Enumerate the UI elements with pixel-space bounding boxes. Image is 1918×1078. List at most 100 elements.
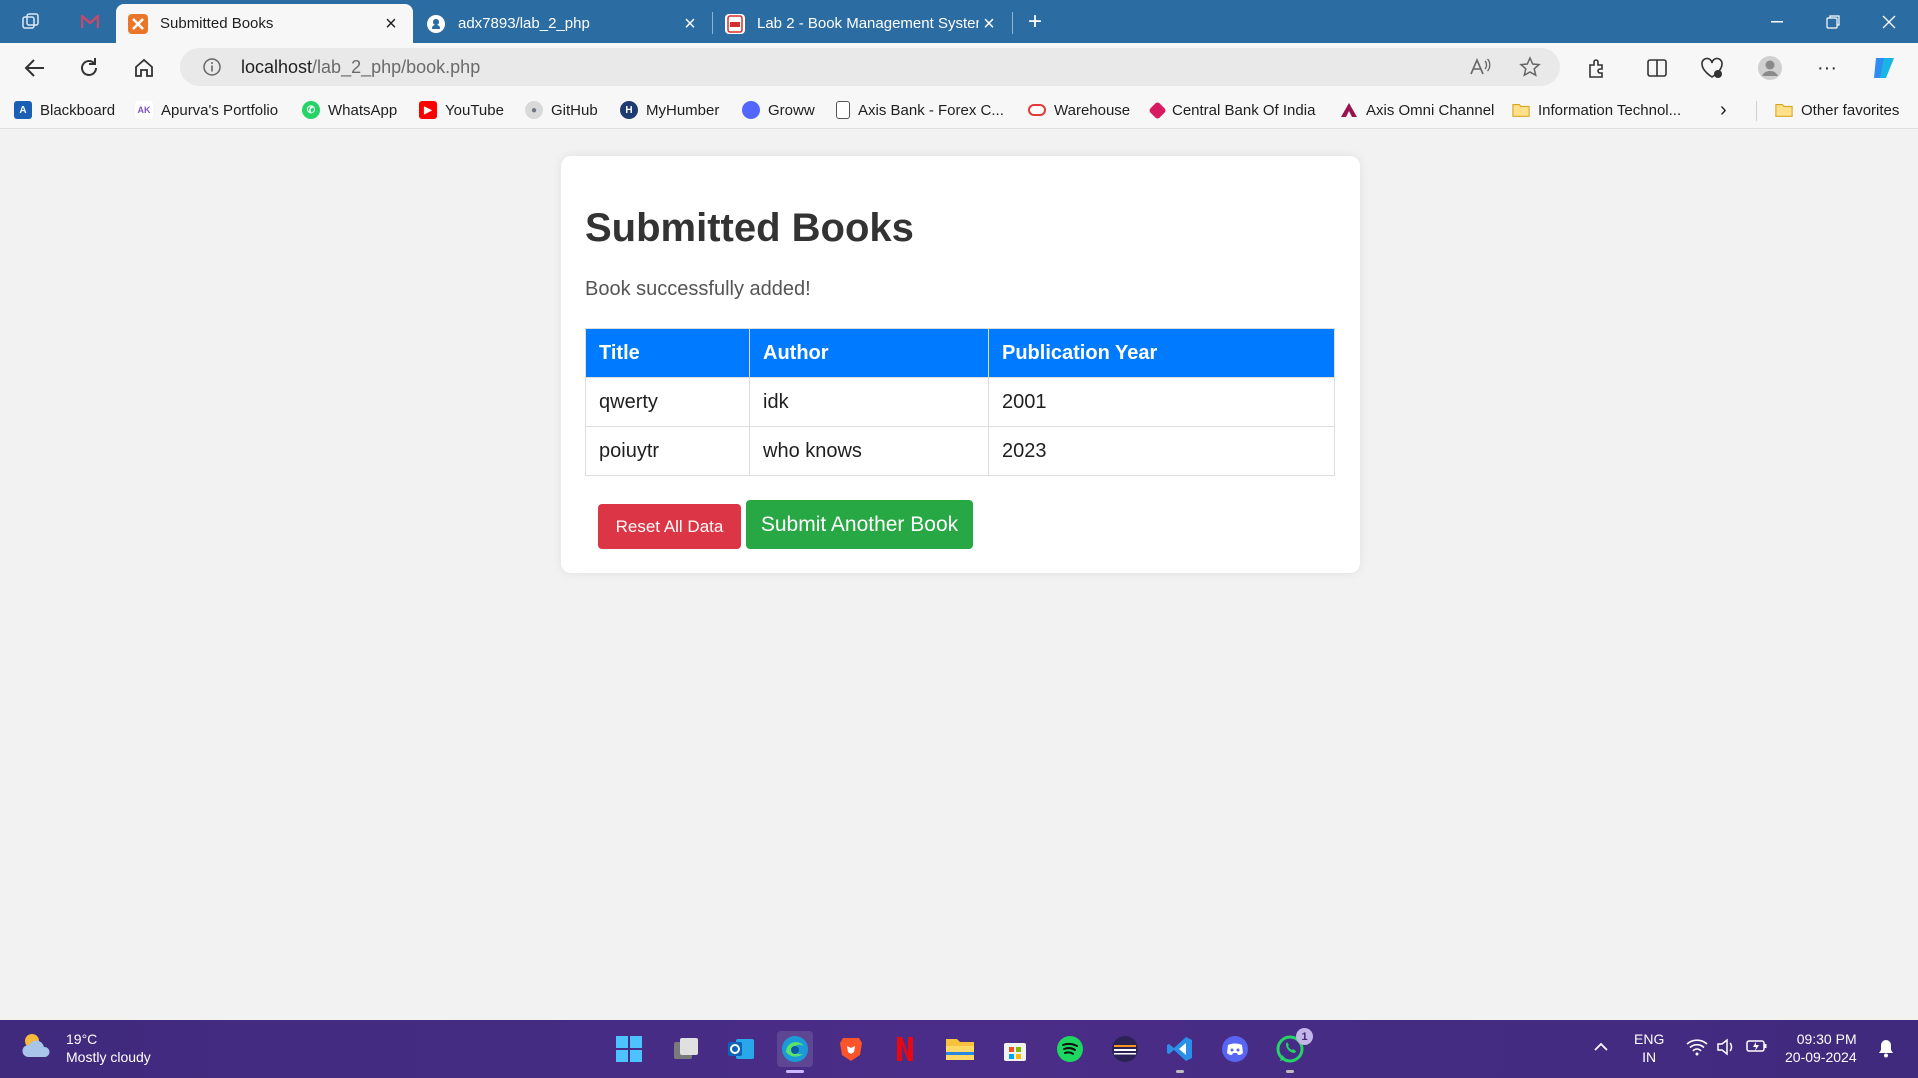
url-path: /lab_2_php/book.php bbox=[312, 57, 481, 77]
pinned-tab-icon[interactable] bbox=[76, 8, 104, 36]
task-view-icon[interactable] bbox=[668, 1031, 704, 1067]
spotify-icon[interactable] bbox=[1052, 1031, 1088, 1067]
github-icon: ● bbox=[525, 101, 543, 119]
favorite-central-bank[interactable]: Central Bank Of India bbox=[1148, 97, 1315, 123]
favorite-label: Apurva's Portfolio bbox=[161, 101, 279, 119]
weather-temperature: 19°C bbox=[66, 1031, 98, 1047]
brave-browser-icon[interactable] bbox=[833, 1031, 869, 1067]
profile-avatar[interactable] bbox=[1753, 51, 1787, 85]
favorite-groww[interactable]: Groww bbox=[742, 97, 815, 123]
tab-lab2-pdf[interactable]: Lab 2 - Book Management System × bbox=[713, 4, 1011, 43]
url-host: localhost bbox=[241, 57, 313, 77]
cell-author: who knows bbox=[749, 426, 989, 476]
close-tab-icon[interactable]: × bbox=[979, 14, 999, 34]
refresh-icon[interactable] bbox=[72, 51, 106, 85]
favorite-label: Blackboard bbox=[40, 101, 116, 119]
favorite-info-tech-folder[interactable]: Information Technol... bbox=[1512, 97, 1681, 123]
favorite-blackboard[interactable]: A Blackboard bbox=[14, 97, 115, 123]
youtube-icon: ▶ bbox=[419, 101, 437, 119]
edge-browser-icon[interactable] bbox=[777, 1031, 813, 1073]
home-icon[interactable] bbox=[127, 51, 161, 85]
weather-widget[interactable]: 19°C Mostly cloudy bbox=[20, 1030, 151, 1066]
tab-submitted-books[interactable]: Submitted Books × bbox=[116, 4, 413, 43]
tab-separator bbox=[1012, 12, 1013, 34]
books-table: Title Author Publication Year qwerty idk… bbox=[585, 328, 1335, 476]
submit-another-book-button[interactable]: Submit Another Book bbox=[746, 500, 973, 549]
microsoft-store-icon[interactable] bbox=[997, 1031, 1033, 1067]
more-options-icon[interactable]: ··· bbox=[1810, 51, 1844, 85]
language-indicator[interactable]: ENG IN bbox=[1634, 1030, 1664, 1066]
language-region: IN bbox=[1642, 1049, 1657, 1065]
clock-time: 09:30 PM bbox=[1796, 1031, 1857, 1047]
whatsapp-app-icon[interactable]: 1 bbox=[1272, 1028, 1313, 1073]
netflix-icon[interactable] bbox=[887, 1031, 923, 1067]
address-bar[interactable]: localhost/lab_2_php/book.php bbox=[180, 48, 1560, 86]
close-window-icon[interactable] bbox=[1861, 0, 1917, 43]
favorite-label: GitHub bbox=[551, 101, 598, 119]
start-button[interactable] bbox=[611, 1031, 647, 1067]
copilot-icon[interactable] bbox=[1867, 51, 1901, 85]
vscode-icon[interactable] bbox=[1162, 1031, 1198, 1073]
back-icon[interactable] bbox=[18, 51, 52, 85]
running-app-indicator bbox=[1176, 1070, 1184, 1073]
outlook-icon[interactable] bbox=[723, 1031, 759, 1067]
extensions-icon[interactable] bbox=[1580, 51, 1614, 85]
url-text[interactable]: localhost/lab_2_php/book.php bbox=[241, 57, 480, 78]
cloudy-weather-icon bbox=[20, 1031, 54, 1066]
notification-badge: 1 bbox=[1296, 1028, 1313, 1045]
tab-label: adx7893/lab_2_php bbox=[458, 15, 590, 32]
tab-github-repo[interactable]: adx7893/lab_2_php × bbox=[414, 4, 712, 43]
navigation-bar: localhost/lab_2_php/book.php ··· bbox=[0, 43, 1918, 91]
favorite-axis-forex[interactable]: Axis Bank - Forex C... bbox=[836, 97, 1004, 123]
notifications-bell-icon[interactable] bbox=[1877, 1038, 1895, 1062]
pdf-icon bbox=[725, 13, 745, 34]
clock-date: 20-09-2024 bbox=[1785, 1049, 1857, 1065]
wifi-icon[interactable] bbox=[1686, 1038, 1708, 1060]
new-tab-button[interactable]: + bbox=[1021, 8, 1049, 36]
folder-icon bbox=[1775, 101, 1793, 119]
split-screen-icon[interactable] bbox=[1640, 51, 1674, 85]
favorites-separator bbox=[1756, 101, 1757, 121]
submitted-books-card: Submitted Books Book successfully added!… bbox=[561, 156, 1360, 573]
reset-all-data-button[interactable]: Reset All Data bbox=[598, 504, 741, 549]
minimize-icon[interactable] bbox=[1749, 0, 1805, 43]
file-explorer-icon[interactable] bbox=[942, 1031, 978, 1067]
battery-icon[interactable] bbox=[1746, 1038, 1768, 1058]
close-tab-icon[interactable]: × bbox=[381, 14, 401, 34]
system-clock[interactable]: 09:30 PM 20-09-2024 bbox=[1785, 1030, 1857, 1066]
favorite-whatsapp[interactable]: ✆ WhatsApp bbox=[302, 97, 397, 123]
favorite-youtube[interactable]: ▶ YouTube bbox=[419, 97, 504, 123]
discord-icon[interactable] bbox=[1217, 1031, 1253, 1067]
site-info-icon[interactable] bbox=[200, 55, 224, 79]
show-hidden-icons-chevron-icon[interactable] bbox=[1593, 1038, 1609, 1056]
restore-icon[interactable] bbox=[1805, 0, 1861, 43]
cell-year: 2023 bbox=[988, 426, 1335, 476]
tab-label: Lab 2 - Book Management System bbox=[757, 15, 979, 32]
cell-title: qwerty bbox=[585, 377, 750, 427]
read-aloud-icon[interactable] bbox=[1468, 55, 1492, 79]
browser-title-bar: Submitted Books × adx7893/lab_2_php × La… bbox=[0, 0, 1918, 43]
favorite-label: Information Technol... bbox=[1538, 101, 1682, 119]
favorite-star-icon[interactable] bbox=[1518, 55, 1542, 79]
other-favorites[interactable]: Other favorites bbox=[1775, 97, 1899, 123]
close-tab-icon[interactable]: × bbox=[680, 14, 700, 34]
browser-essentials-icon[interactable] bbox=[1695, 51, 1729, 85]
workspaces-icon[interactable] bbox=[17, 8, 45, 36]
favorite-label: Groww bbox=[768, 101, 815, 119]
favorite-warehouse[interactable]: Warehouse bbox=[1028, 97, 1130, 123]
favorite-axis-omni[interactable]: Axis Omni Channel bbox=[1340, 97, 1494, 123]
favorite-label: Axis Bank - Forex C... bbox=[858, 101, 1004, 119]
cell-title: poiuytr bbox=[585, 426, 750, 476]
language-code: ENG bbox=[1634, 1031, 1665, 1047]
folder-icon bbox=[1512, 101, 1530, 119]
favorites-overflow-chevron-icon[interactable]: › bbox=[1720, 97, 1727, 123]
table-header-row: Title Author Publication Year bbox=[585, 328, 1335, 378]
favorites-bar: A Blackboard AK Apurva's Portfolio ✆ Wha… bbox=[0, 91, 1918, 129]
favorite-portfolio[interactable]: AK Apurva's Portfolio bbox=[135, 97, 278, 123]
weather-condition: Mostly cloudy bbox=[66, 1049, 151, 1065]
favorite-myhumber[interactable]: H MyHumber bbox=[620, 97, 719, 123]
column-header-publication-year: Publication Year bbox=[988, 328, 1335, 378]
eclipse-ide-icon[interactable] bbox=[1107, 1031, 1143, 1067]
favorite-github[interactable]: ● GitHub bbox=[525, 97, 598, 123]
volume-icon[interactable] bbox=[1716, 1038, 1736, 1060]
